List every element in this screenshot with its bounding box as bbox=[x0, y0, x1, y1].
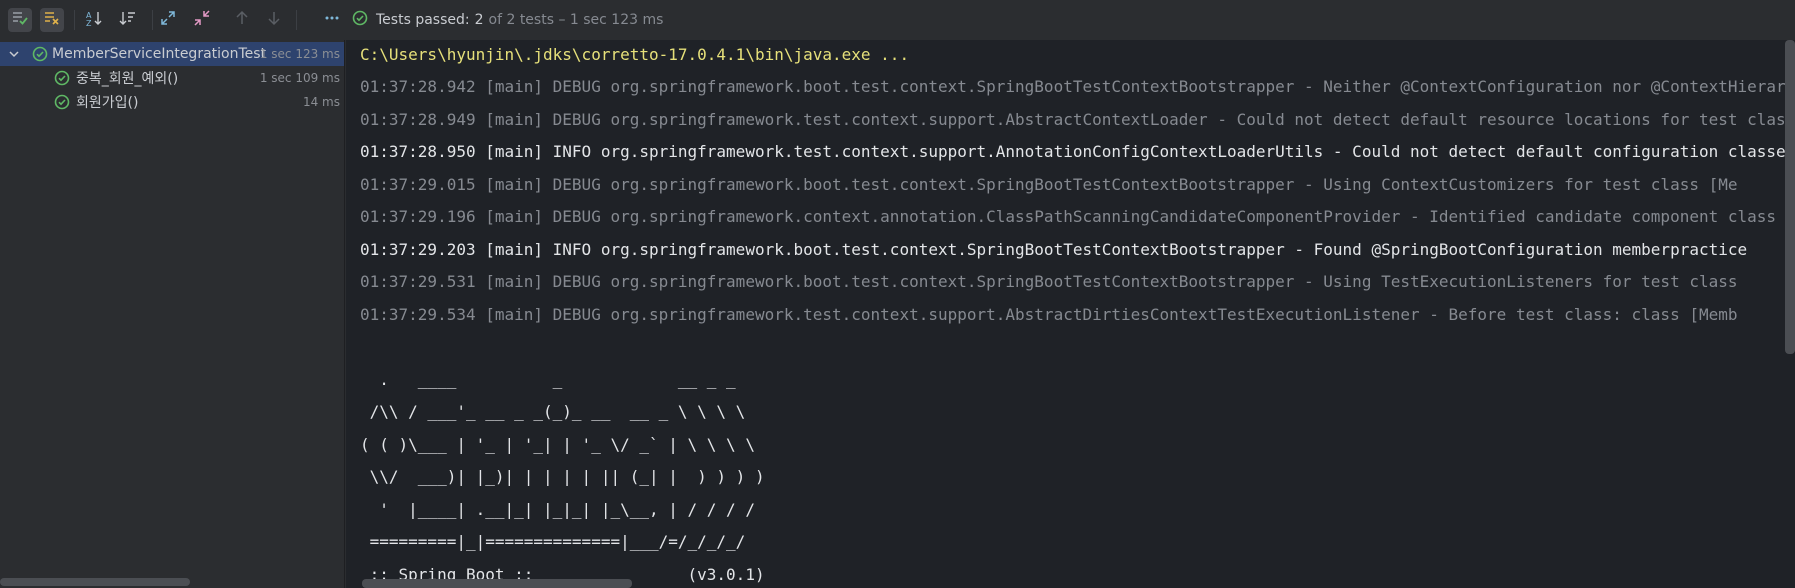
spring-banner-line: . ____ _ __ _ _ bbox=[360, 370, 736, 389]
show-passed-button[interactable] bbox=[8, 8, 32, 32]
test-method-name: 회원가입() bbox=[76, 95, 139, 111]
test-duration: 1 sec 109 ms bbox=[259, 71, 340, 85]
console-log-line: 01:37:28.942 [main] DEBUG org.springfram… bbox=[360, 77, 1795, 96]
spring-banner-line: /\\ / ___'_ __ _ _(_)_ __ __ _ \ \ \ \ bbox=[360, 402, 746, 421]
status-label: Tests passed: bbox=[376, 12, 470, 28]
chevron-down-icon[interactable] bbox=[8, 48, 24, 60]
next-failed-button[interactable] bbox=[262, 8, 286, 32]
console-horizontal-scrollbar[interactable] bbox=[362, 579, 632, 588]
console-vertical-scrollbar[interactable] bbox=[1785, 40, 1795, 354]
svg-text:Z: Z bbox=[86, 19, 92, 27]
show-ignored-icon bbox=[43, 9, 61, 31]
show-passed-icon bbox=[11, 9, 29, 31]
status-count: 2 bbox=[474, 12, 484, 28]
collapse-all-button[interactable] bbox=[190, 8, 214, 32]
console-log-line: 01:37:29.203 [main] INFO org.springframe… bbox=[360, 240, 1748, 259]
test-method-name: 중복_회원_예외() bbox=[76, 71, 179, 87]
expand-all-button[interactable] bbox=[156, 8, 180, 32]
spring-banner-line: =========|_|==============|___/=/_/_/_/ bbox=[360, 532, 746, 551]
test-tree: MemberServiceIntegrationTest 1 sec 123 m… bbox=[0, 40, 345, 588]
spring-banner-line: \\/ ___)| |_)| | | | | || (_| | ) ) ) ) bbox=[360, 467, 765, 486]
passed-icon bbox=[32, 46, 48, 62]
previous-failed-icon bbox=[233, 9, 251, 31]
test-duration: 14 ms bbox=[302, 95, 340, 109]
test-duration: 1 sec 123 ms bbox=[259, 47, 340, 61]
sort-alphabetically-button[interactable]: AZ bbox=[82, 8, 106, 32]
passed-icon bbox=[352, 10, 368, 30]
console-log-line: 01:37:28.950 [main] INFO org.springframe… bbox=[360, 142, 1795, 161]
passed-icon bbox=[54, 94, 70, 110]
more-options-button[interactable] bbox=[320, 8, 344, 32]
toolbar-divider bbox=[152, 10, 153, 30]
show-ignored-button[interactable] bbox=[40, 8, 64, 32]
tree-item-test[interactable]: 중복_회원_예외() 1 sec 109 ms bbox=[0, 66, 344, 90]
tree-horizontal-scrollbar[interactable] bbox=[0, 578, 190, 586]
passed-icon bbox=[54, 70, 70, 86]
spring-banner-line: ' |____| .__|_| |_|_| |_\__, | / / / / bbox=[360, 500, 755, 519]
spring-banner-line: ( ( )\___ | '_ | '_| | '_ \/ _` | \ \ \ … bbox=[360, 435, 755, 454]
collapse-all-icon bbox=[193, 9, 211, 31]
sort-alphabetically-icon: AZ bbox=[85, 9, 103, 31]
console-log-line: 01:37:28.949 [main] DEBUG org.springfram… bbox=[360, 110, 1795, 129]
console-log-line: 01:37:29.015 [main] DEBUG org.springfram… bbox=[360, 175, 1738, 194]
console-log-line: 01:37:29.531 [main] DEBUG org.springfram… bbox=[360, 272, 1738, 291]
expand-all-icon bbox=[159, 9, 177, 31]
more-options-icon bbox=[323, 9, 341, 31]
sort-by-duration-button[interactable] bbox=[116, 8, 140, 32]
sort-by-duration-icon bbox=[119, 9, 137, 31]
tree-item-root[interactable]: MemberServiceIntegrationTest 1 sec 123 m… bbox=[0, 42, 344, 66]
toolbar-divider bbox=[296, 10, 297, 30]
console-output[interactable]: C:\Users\hyunjin\.jdks\corretto-17.0.4.1… bbox=[346, 40, 1795, 588]
test-runner-toolbar: AZ Tests passed: 2 of 2 tests – 1 sec 12… bbox=[0, 0, 1795, 40]
test-status: Tests passed: 2 of 2 tests – 1 sec 123 m… bbox=[352, 9, 663, 31]
previous-failed-button[interactable] bbox=[230, 8, 254, 32]
console-log-line: 01:37:29.196 [main] DEBUG org.springfram… bbox=[360, 207, 1777, 226]
status-details: of 2 tests – 1 sec 123 ms bbox=[488, 12, 664, 28]
tree-item-test[interactable]: 회원가입() 14 ms bbox=[0, 90, 344, 114]
next-failed-icon bbox=[265, 9, 283, 31]
console-log-line: 01:37:29.534 [main] DEBUG org.springfram… bbox=[360, 305, 1738, 324]
test-class-name: MemberServiceIntegrationTest bbox=[52, 46, 267, 62]
console-command-line: C:\Users\hyunjin\.jdks\corretto-17.0.4.1… bbox=[360, 45, 910, 64]
toolbar-divider bbox=[74, 10, 75, 30]
